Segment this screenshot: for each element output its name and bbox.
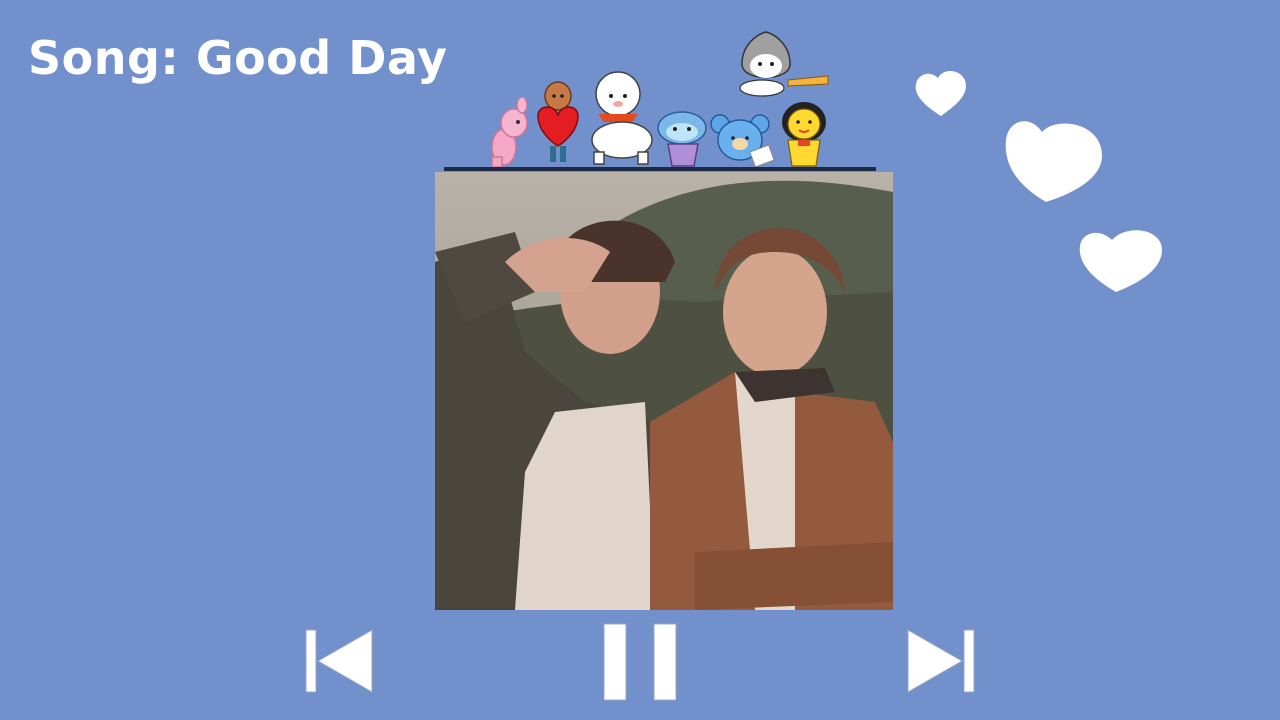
rj-character-icon — [584, 68, 658, 172]
heart-icon — [1076, 226, 1164, 300]
next-track-button[interactable] — [904, 628, 978, 694]
van-character-icon — [732, 30, 832, 106]
album-cover — [435, 172, 893, 610]
player-stage: Song: Good Day — [0, 0, 1280, 720]
chimmy-character-icon — [778, 100, 830, 174]
character-shelf — [444, 167, 876, 171]
heart-icon — [912, 68, 970, 124]
previous-track-button[interactable] — [302, 628, 376, 694]
mang-character-icon — [654, 108, 712, 174]
koya-character-icon — [710, 112, 776, 174]
pause-button[interactable] — [600, 622, 678, 702]
song-title: Song: Good Day — [28, 31, 448, 85]
cooky-character-icon — [484, 96, 532, 173]
heart-icon — [1002, 116, 1104, 210]
shooky-character-icon — [532, 76, 584, 172]
